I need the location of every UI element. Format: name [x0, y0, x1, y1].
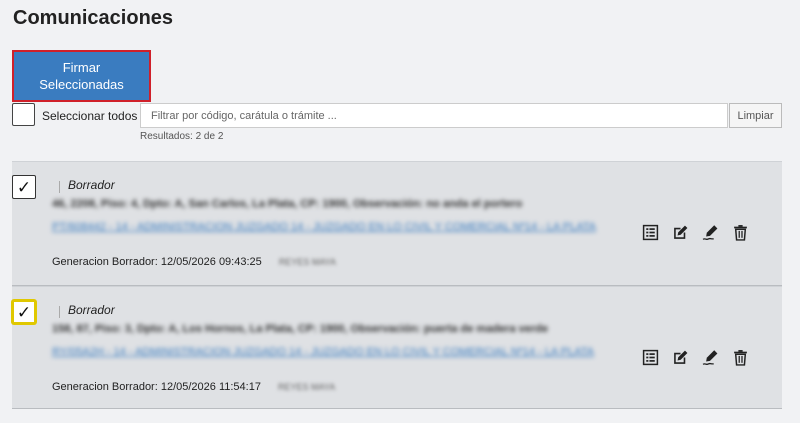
item-address: 158, 87, Piso: 3, Dpto: A, Los Hornos, L… [52, 323, 548, 335]
item-case-link[interactable]: RY/05A2H - 14 - ADMINISTRACION JUZGADO 1… [52, 345, 612, 360]
sign-button-line2: Seleccionadas [39, 77, 124, 92]
page-title: Comunicaciones [13, 7, 174, 29]
item-generation: Generacion Borrador: 12/05/2026 11:54:17… [52, 381, 335, 393]
check-icon: ✓ [16, 177, 32, 197]
trash-icon[interactable] [732, 349, 749, 366]
divider [59, 181, 60, 193]
generation-user: REYES MAYA [278, 382, 336, 392]
item-actions [642, 349, 749, 366]
list-item: ✓ Borrador 158, 87, Piso: 3, Dpto: A, Lo… [12, 286, 782, 409]
edit-icon[interactable] [672, 349, 689, 366]
communications-list: ✓ Borrador 46, 2208, Piso: 4, Dpto: A, S… [12, 161, 782, 409]
item-actions [642, 224, 749, 241]
clear-button[interactable]: Limpiar [729, 103, 782, 128]
results-count: Resultados: 2 de 2 [140, 131, 224, 142]
list-item: ✓ Borrador 46, 2208, Piso: 4, Dpto: A, S… [12, 161, 782, 286]
select-all-checkbox[interactable] [12, 103, 35, 126]
select-all-label: Seleccionar todos [42, 108, 138, 123]
sign-selected-button[interactable]: Firmar Seleccionadas [12, 50, 151, 102]
divider [59, 306, 60, 318]
sign-pen-icon[interactable] [702, 349, 719, 366]
item-generation: Generacion Borrador: 12/05/2026 09:43:25… [52, 256, 336, 268]
trash-icon[interactable] [732, 224, 749, 241]
generation-date: Generacion Borrador: 12/05/2026 09:43:25 [52, 256, 262, 268]
select-all[interactable]: Seleccionar todos [12, 103, 137, 126]
generation-date: Generacion Borrador: 12/05/2026 11:54:17 [52, 381, 261, 393]
item-address: 46, 2208, Piso: 4, Dpto: A, San Carlos, … [52, 198, 523, 210]
sign-pen-icon[interactable] [702, 224, 719, 241]
item-status: Borrador [68, 178, 115, 192]
filter-input[interactable] [140, 103, 728, 128]
check-icon: ✓ [16, 302, 32, 322]
item-checkbox[interactable]: ✓ [12, 175, 36, 199]
generation-user: REYES MAYA [278, 257, 337, 267]
item-case-link[interactable]: PT/608442 - 14 - ADMINISTRACION JUZGADO … [52, 220, 612, 235]
item-status: Borrador [68, 303, 115, 317]
edit-icon[interactable] [672, 224, 689, 241]
details-list-icon[interactable] [642, 349, 659, 366]
sign-button-line1: Firmar [62, 60, 101, 75]
item-checkbox[interactable]: ✓ [12, 300, 36, 324]
details-list-icon[interactable] [642, 224, 659, 241]
